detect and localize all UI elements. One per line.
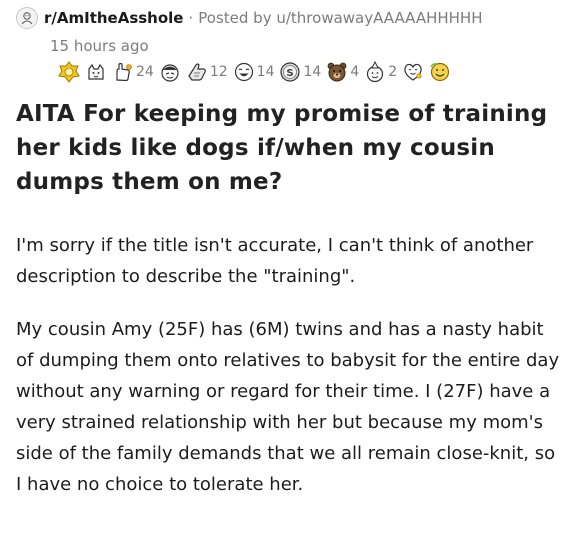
silver-coin-icon: S (280, 62, 301, 82)
award-count: 12 (209, 64, 228, 80)
award-count: 4 (350, 64, 360, 80)
subreddit-link[interactable]: r/AmItheAsshole (44, 9, 183, 27)
svg-text:S: S (287, 68, 294, 79)
wholesome-cat-icon (88, 63, 104, 80)
gold-coin-smile-icon (430, 62, 450, 82)
post-timestamp[interactable]: 15 hours ago (50, 37, 149, 55)
gold-badge-icon (58, 61, 80, 83)
subreddit-avatar-icon[interactable] (16, 7, 38, 29)
helpful-hand-icon (116, 62, 132, 82)
posted-by-prefix: Posted by (198, 9, 272, 27)
award[interactable]: S 14 (279, 61, 321, 83)
award[interactable]: 12 (186, 61, 228, 83)
author-link[interactable]: u/throwawayAAAAAHHHHH (276, 9, 482, 27)
party-face-icon (367, 61, 384, 83)
bear-icon (327, 62, 347, 82)
award[interactable]: 14 (233, 61, 275, 83)
separator-dot: · (188, 9, 194, 27)
award[interactable] (159, 61, 181, 83)
laughing-face-icon (234, 62, 253, 82)
post-page: r/AmItheAsshole · Posted by u/throwawayA… (0, 0, 572, 543)
silver-hand-icon (188, 63, 206, 81)
award[interactable] (85, 61, 107, 83)
award-count: 14 (303, 64, 322, 80)
post-header: r/AmItheAsshole · Posted by u/throwawayA… (16, 6, 483, 30)
award[interactable] (58, 61, 80, 83)
posted-by: Posted by u/throwawayAAAAAHHHHH (198, 9, 482, 27)
award-count: 14 (256, 64, 275, 80)
post-body-paragraph: I'm sorry if the title isn't accurate, I… (16, 235, 534, 287)
award[interactable] (402, 61, 424, 83)
awards-row[interactable]: 24 12 14 S 14 4 2 (58, 60, 456, 84)
facepalm-face-icon (161, 64, 179, 82)
heart-face-icon (404, 63, 422, 81)
award[interactable] (429, 61, 451, 83)
award[interactable]: 24 (112, 61, 154, 83)
post-title[interactable]: AITA For keeping my promise of training … (16, 97, 566, 199)
post-body-paragraph: My cousin Amy (25F) has (6M) twins and h… (16, 319, 560, 495)
award[interactable]: 4 (326, 61, 359, 83)
award[interactable]: 2 (364, 61, 397, 83)
award-count: 2 (388, 64, 398, 80)
award-count: 24 (136, 64, 154, 80)
